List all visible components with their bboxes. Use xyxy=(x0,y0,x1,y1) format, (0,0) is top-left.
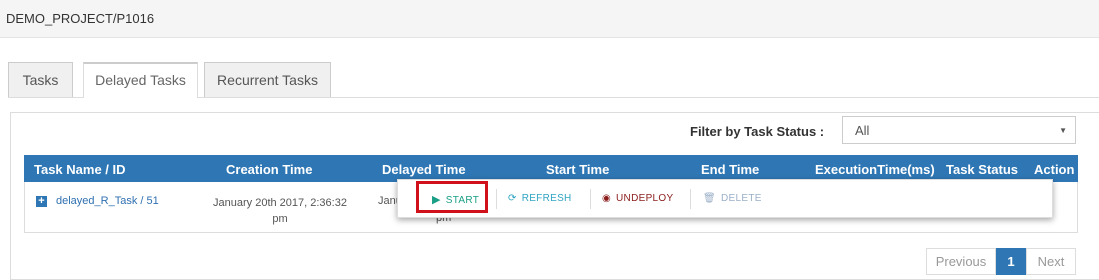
col-task-name[interactable]: Task Name / ID xyxy=(34,162,126,177)
col-start-time[interactable]: Start Time xyxy=(546,162,609,177)
pagination-next[interactable]: Next xyxy=(1026,248,1076,275)
stop-circle-icon: ◉ xyxy=(602,193,612,204)
delete-button[interactable]: 🗑 DELETE xyxy=(703,193,762,204)
trash-icon: 🗑 xyxy=(703,193,716,204)
divider xyxy=(590,189,591,209)
tab-delayed-tasks[interactable]: Delayed Tasks xyxy=(83,62,198,98)
creation-time-line2: pm xyxy=(272,213,288,225)
start-button-highlight xyxy=(416,181,488,213)
tab-recurrent-tasks[interactable]: Recurrent Tasks xyxy=(204,62,331,97)
breadcrumb: DEMO_PROJECT/P1016 xyxy=(6,11,155,26)
tab-bar: Tasks Delayed Tasks Recurrent Tasks xyxy=(8,62,1099,98)
caret-down-icon: ▼ xyxy=(1059,126,1067,135)
filter-label: Filter by Task Status : xyxy=(690,124,825,139)
task-name-link[interactable]: delayed_R_Task / 51 xyxy=(56,195,159,207)
tab-tasks[interactable]: Tasks xyxy=(8,62,73,97)
pagination-previous[interactable]: Previous xyxy=(926,248,996,275)
creation-time-line1: January 20th 2017, 2:36:32 xyxy=(213,197,347,209)
col-delayed-time[interactable]: Delayed Time xyxy=(382,162,466,177)
undeploy-button[interactable]: ◉ UNDEPLOY xyxy=(602,193,673,204)
table-header: Task Name / ID Creation Time Delayed Tim… xyxy=(24,155,1078,182)
status-filter-value: All xyxy=(855,123,870,138)
refresh-label: REFRESH xyxy=(521,193,572,204)
col-execution-time[interactable]: ExecutionTime(ms) xyxy=(815,162,935,177)
col-task-status[interactable]: Task Status xyxy=(946,162,1018,177)
refresh-icon: ⟳ xyxy=(508,193,517,204)
divider xyxy=(690,189,691,209)
refresh-button[interactable]: ⟳ REFRESH xyxy=(508,193,572,204)
pagination-page-1[interactable]: 1 xyxy=(996,248,1026,275)
creation-time-cell: January 20th 2017, 2:36:32 pm xyxy=(210,195,350,227)
delete-label: DELETE xyxy=(721,193,762,204)
status-filter-select[interactable]: All ▼ xyxy=(842,116,1076,144)
breadcrumb-bar: DEMO_PROJECT/P1016 xyxy=(0,0,1099,38)
col-action: Action xyxy=(1034,162,1075,177)
expand-plus-icon[interactable]: + xyxy=(36,196,47,207)
undeploy-label: UNDEPLOY xyxy=(616,193,674,204)
col-creation-time[interactable]: Creation Time xyxy=(226,162,312,177)
divider xyxy=(496,189,497,209)
col-end-time[interactable]: End Time xyxy=(701,162,759,177)
